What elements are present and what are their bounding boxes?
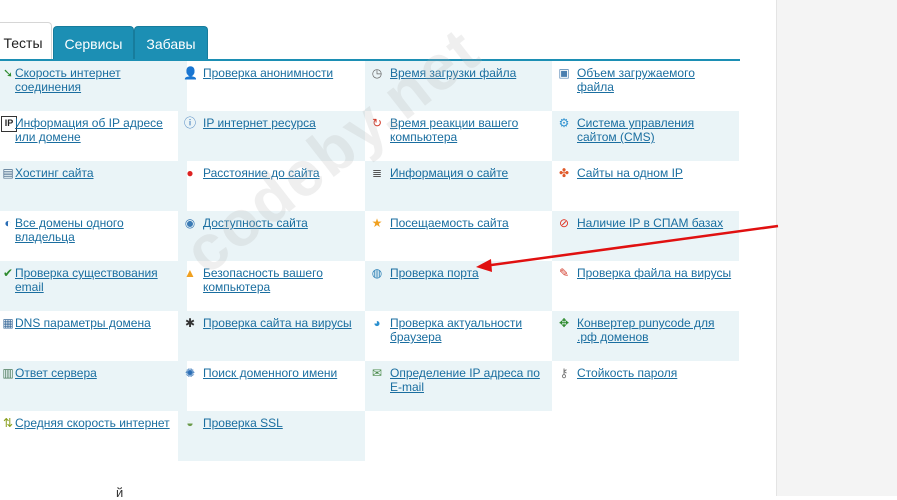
annotation-arrow xyxy=(476,224,779,272)
bottom-text-fragment: й xyxy=(116,485,124,500)
